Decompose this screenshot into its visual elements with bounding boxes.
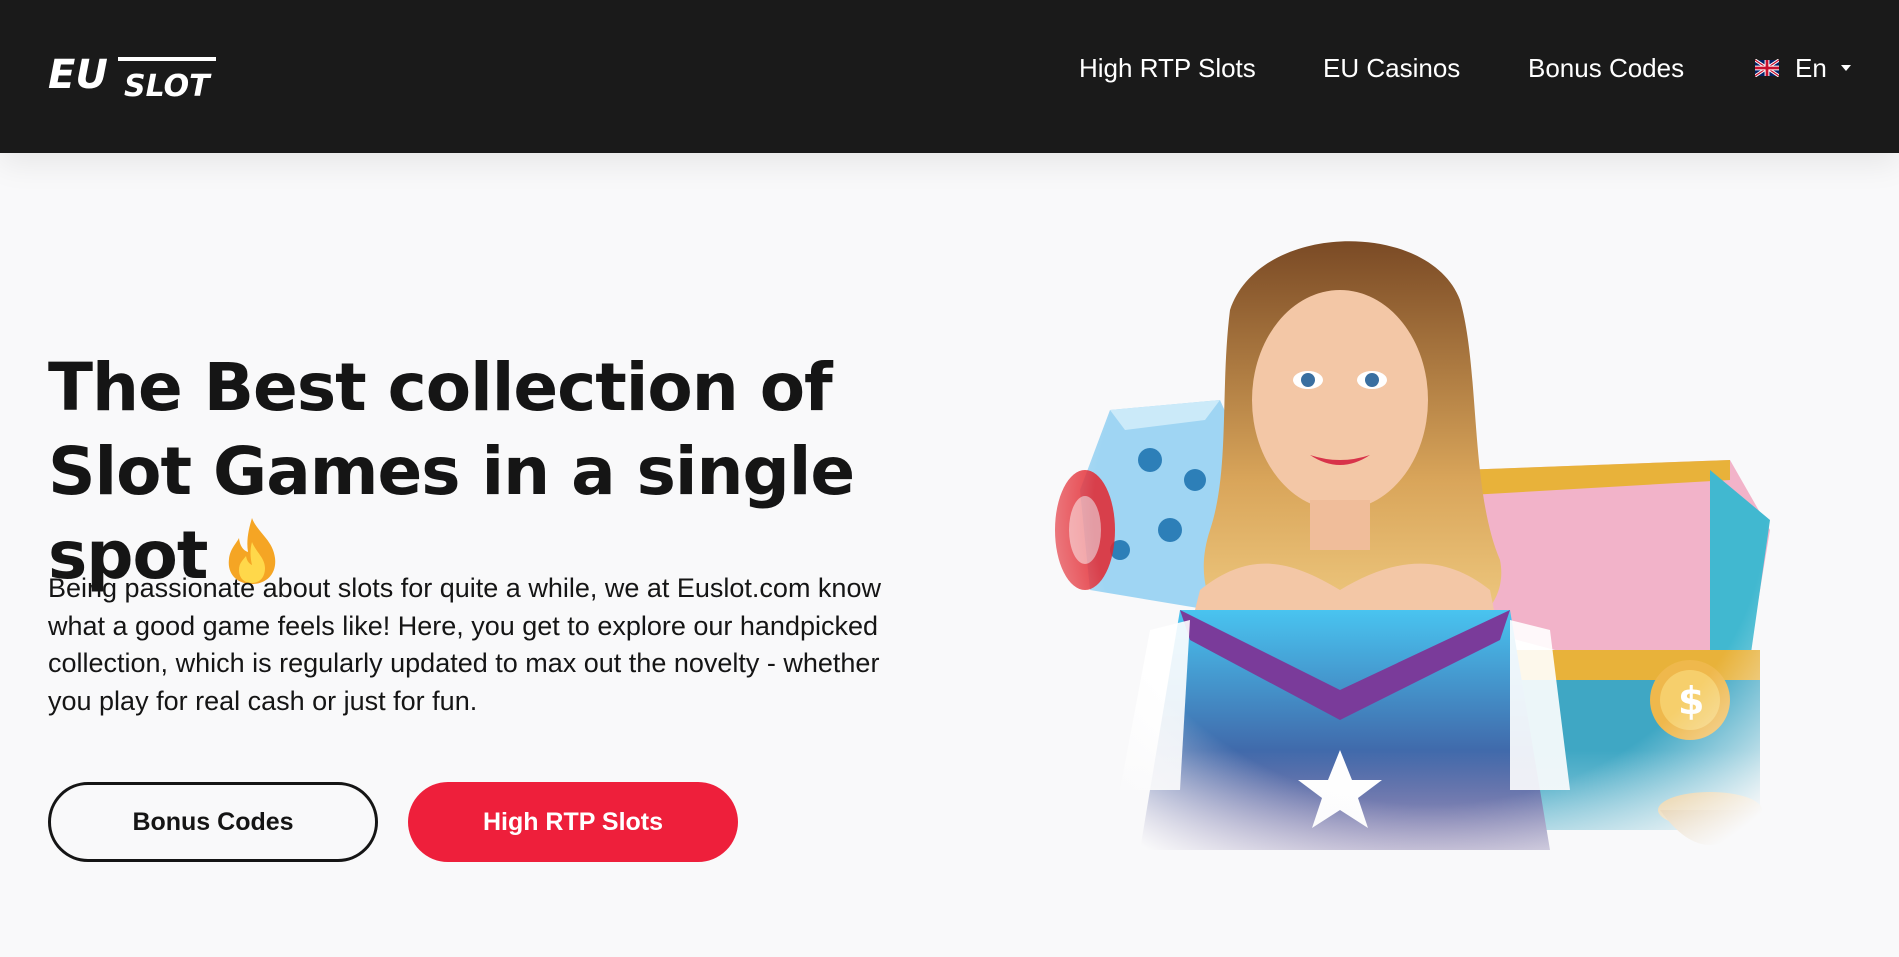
bonus-codes-button[interactable]: Bonus Codes (48, 782, 378, 862)
nav-eu-casinos[interactable]: EU Casinos (1323, 52, 1460, 84)
hero-illustration: $ (1030, 230, 1830, 930)
high-rtp-slots-button[interactable]: High RTP Slots (408, 782, 738, 862)
hero-title: The Best collection of Slot Games in a s… (48, 349, 855, 594)
language-label: En (1795, 53, 1827, 83)
language-selector[interactable]: En (1755, 52, 1851, 84)
uk-flag-icon (1755, 59, 1779, 77)
nav-bonus-codes[interactable]: Bonus Codes (1528, 52, 1684, 84)
hero-description: Being passionate about slots for quite a… (48, 573, 881, 716)
chevron-down-icon (1840, 65, 1851, 71)
nav-high-rtp-slots[interactable]: High RTP Slots (1079, 52, 1256, 84)
site-header: EU SLOT High RTP Slots EU Casinos Bonus … (0, 0, 1899, 153)
main-nav: High RTP Slots EU Casinos Bonus Codes (0, 52, 1899, 84)
